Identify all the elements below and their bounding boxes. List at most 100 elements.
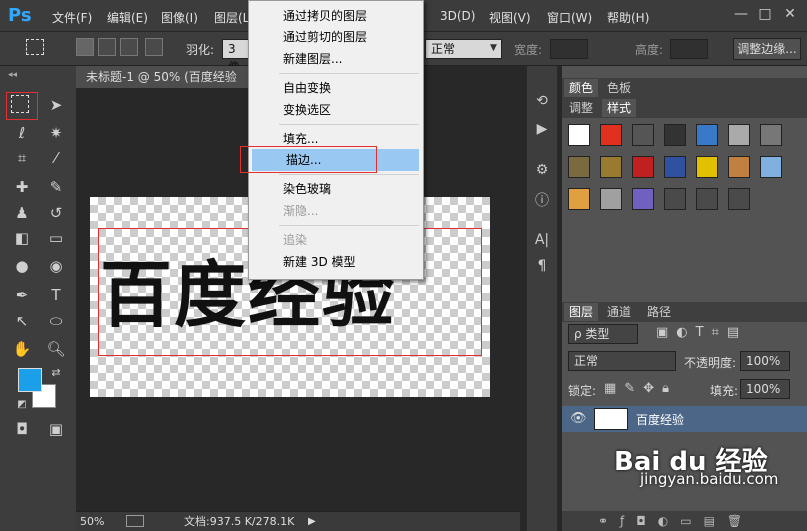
menu-file[interactable]: 文件(F) <box>52 9 92 26</box>
opacity-input[interactable]: 100% <box>740 351 790 371</box>
eye-icon[interactable]: 👁︎ <box>570 411 587 426</box>
maximize-button[interactable]: □ <box>754 4 776 24</box>
width-input[interactable] <box>550 39 588 59</box>
style-swatch[interactable] <box>728 188 750 210</box>
blur-icon[interactable]: ● <box>10 255 34 277</box>
stamp-icon[interactable]: ♟ <box>10 202 34 224</box>
info-panel-icon[interactable]: ⓘ <box>533 190 551 209</box>
lock-icons[interactable]: ▦✎✥🔒︎ <box>604 381 677 396</box>
status-icon[interactable] <box>126 515 144 527</box>
pen-icon[interactable]: ✒ <box>10 284 34 306</box>
ellipse-icon[interactable]: ⬭ <box>44 310 68 332</box>
style-swatch[interactable] <box>696 124 718 146</box>
menu-3d[interactable]: 3D(D) <box>440 9 475 23</box>
collapse-icon[interactable]: ◂◂ <box>8 70 17 80</box>
menu-item-copy-layer[interactable]: 通过拷贝的图层 <box>249 5 423 27</box>
close-button[interactable]: ✕ <box>779 4 801 24</box>
menu-edit[interactable]: 编辑(E) <box>107 9 148 26</box>
style-swatch[interactable] <box>600 188 622 210</box>
swap-colors-icon[interactable]: ⇄ <box>44 362 68 384</box>
history-brush-icon[interactable]: ↺ <box>44 202 68 224</box>
height-input[interactable] <box>670 39 708 59</box>
style-swatch[interactable] <box>696 188 718 210</box>
style-swatch[interactable] <box>568 156 590 178</box>
eyedropper-icon[interactable]: ⁄ <box>44 147 68 169</box>
fill-input[interactable]: 100% <box>740 379 790 399</box>
tab-channels[interactable]: 通道 <box>602 303 636 321</box>
new-selection-icon[interactable] <box>76 38 94 56</box>
menu-view[interactable]: 视图(V) <box>489 9 531 26</box>
tab-styles[interactable]: 样式 <box>602 99 637 117</box>
style-swatch[interactable] <box>632 124 654 146</box>
paragraph-panel-icon[interactable]: ¶ <box>533 258 551 276</box>
feather-input[interactable]: 3 像 <box>222 39 250 74</box>
menu-window[interactable]: 窗口(W) <box>547 9 592 26</box>
style-swatch[interactable] <box>632 188 654 210</box>
dodge-icon[interactable]: ◉ <box>44 255 68 277</box>
style-swatch[interactable] <box>728 124 750 146</box>
style-swatch[interactable] <box>664 156 686 178</box>
actions-panel-icon[interactable]: ▶ <box>533 121 551 139</box>
properties-panel-icon[interactable]: ⚙ <box>533 162 551 180</box>
refine-edge-button[interactable]: 调整边缘... <box>733 38 801 60</box>
style-swatch[interactable] <box>632 156 654 178</box>
tab-layers[interactable]: 图层 <box>564 303 599 321</box>
minimize-button[interactable]: — <box>730 4 752 24</box>
subtract-selection-icon[interactable] <box>120 38 138 56</box>
layer-actions-bar[interactable]: ⚭ƒ◘◐▭▤🗑︎ <box>562 511 807 531</box>
eraser-icon[interactable]: ◧ <box>10 227 34 249</box>
status-arrow-icon[interactable]: ▶ <box>308 513 316 531</box>
menu-image[interactable]: 图像(I) <box>161 9 198 26</box>
zoom-level[interactable]: 50% <box>80 513 104 531</box>
layer-row[interactable]: 👁︎ 百度经验 <box>562 406 807 432</box>
default-colors-icon[interactable]: ◩ <box>10 394 34 416</box>
style-swatch[interactable] <box>600 124 622 146</box>
path-select-icon[interactable]: ↖ <box>10 310 34 332</box>
type-icon[interactable]: T <box>44 284 68 306</box>
healing-brush-icon[interactable]: ✚ <box>10 176 34 198</box>
quick-mask-icon[interactable]: ◘ <box>10 418 34 440</box>
menu-item-new-layer[interactable]: 新建图层... <box>249 48 423 70</box>
style-swatch[interactable] <box>760 124 782 146</box>
style-swatch[interactable] <box>664 124 686 146</box>
menu-item-transform-selection[interactable]: 变换选区 <box>249 99 423 121</box>
menu-item-stained-glass[interactable]: 染色玻璃 <box>249 178 423 200</box>
style-swatch[interactable] <box>568 124 590 146</box>
menu-item-new-3d-model[interactable]: 新建 3D 模型 <box>249 251 423 273</box>
marquee-preset-icon[interactable] <box>26 39 44 55</box>
foreground-color-front[interactable] <box>18 368 42 392</box>
lasso-icon[interactable]: ℓ <box>10 122 34 144</box>
style-swatch[interactable] <box>568 188 590 210</box>
crop-icon[interactable]: ⌗ <box>10 147 34 169</box>
style-swatch[interactable] <box>600 156 622 178</box>
style-swatch[interactable] <box>696 156 718 178</box>
style-swatch[interactable] <box>728 156 750 178</box>
history-panel-icon[interactable]: ⟲ <box>533 93 551 111</box>
menu-item-cut-layer[interactable]: 通过剪切的图层 <box>249 26 423 48</box>
intersect-selection-icon[interactable] <box>145 38 163 56</box>
screen-mode-icon[interactable]: ▣ <box>44 418 68 440</box>
style-swatch[interactable] <box>664 188 686 210</box>
zoom-icon[interactable]: 🔍︎ <box>44 338 68 360</box>
menu-separator <box>279 174 419 175</box>
tab-paths[interactable]: 路径 <box>642 303 676 321</box>
menu-help[interactable]: 帮助(H) <box>607 9 649 26</box>
gradient-icon[interactable]: ▭ <box>44 227 68 249</box>
layer-name[interactable]: 百度经验 <box>636 411 684 428</box>
menu-separator <box>279 124 419 125</box>
layer-filter-select[interactable]: ρ 类型 <box>568 324 638 344</box>
style-swatch[interactable] <box>760 156 782 178</box>
tab-swatches[interactable]: 色板 <box>602 79 636 97</box>
magic-wand-icon[interactable]: ✷ <box>44 122 68 144</box>
tab-color[interactable]: 颜色 <box>564 79 599 97</box>
hand-icon[interactable]: ✋ <box>10 338 34 360</box>
layer-filter-icons[interactable]: ▣◐T⌗▤ <box>656 325 747 340</box>
brush-icon[interactable]: ✎ <box>44 176 68 198</box>
character-panel-icon[interactable]: A| <box>533 232 551 250</box>
tab-adjustments[interactable]: 调整 <box>564 99 598 117</box>
move-tool-icon[interactable]: ➤ <box>44 94 68 116</box>
blend-mode-select[interactable]: 正常 <box>568 351 676 371</box>
add-selection-icon[interactable] <box>98 38 116 56</box>
rect-marquee-icon[interactable] <box>11 95 29 113</box>
menu-item-free-transform[interactable]: 自由变换 <box>249 77 423 99</box>
